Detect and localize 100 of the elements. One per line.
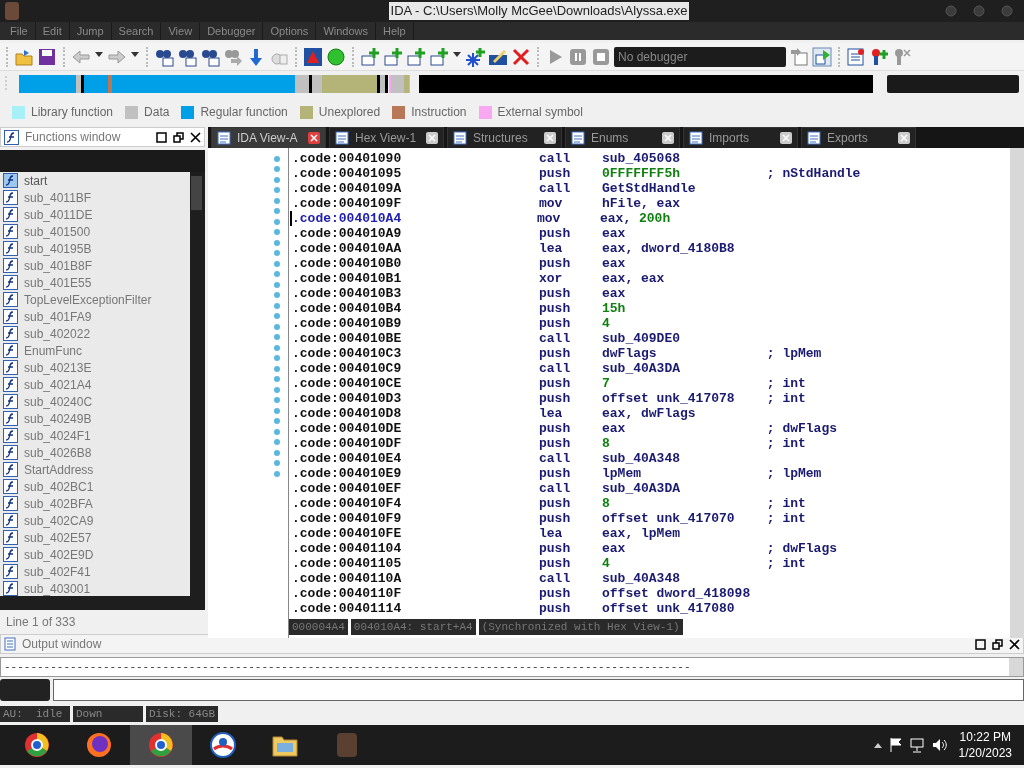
- function-list-item[interactable]: sub_402CA9: [3, 512, 190, 529]
- close-icon[interactable]: [662, 132, 674, 144]
- instruction-operand: eax, 200h: [600, 211, 672, 226]
- network-icon[interactable]: [908, 737, 925, 753]
- close-icon[interactable]: [426, 132, 438, 144]
- cross-icon[interactable]: [511, 46, 531, 67]
- menu-item[interactable]: Help: [376, 22, 414, 40]
- function-list-item[interactable]: sub_403001: [3, 580, 190, 596]
- close-icon[interactable]: [898, 132, 910, 144]
- list-icon[interactable]: [846, 46, 866, 67]
- function-list-item[interactable]: sub_401500: [3, 223, 190, 240]
- maximize-icon[interactable]: [975, 638, 986, 650]
- flag-icon[interactable]: [888, 737, 903, 753]
- menu-item[interactable]: View: [161, 22, 201, 40]
- function-list-item[interactable]: sub_402E9D: [3, 546, 190, 563]
- function-list-item[interactable]: sub_40249B: [3, 410, 190, 427]
- code-address: .code:004010B1: [292, 271, 403, 286]
- legend-label: External symbol: [497, 104, 583, 121]
- function-list-item[interactable]: sub_4021A4: [3, 376, 190, 393]
- close-icon[interactable]: [1009, 638, 1020, 650]
- function-list-item[interactable]: sub_40195B: [3, 240, 190, 257]
- menu-item[interactable]: Options: [263, 22, 317, 40]
- menu-item[interactable]: Debugger: [200, 22, 264, 40]
- pause-icon[interactable]: [568, 46, 588, 67]
- star-plus-icon[interactable]: [465, 46, 485, 67]
- function-list-item[interactable]: sub_402F41: [3, 563, 190, 580]
- menu-item[interactable]: Edit: [35, 22, 70, 40]
- circle-icon[interactable]: [326, 46, 346, 67]
- view-tab[interactable]: IDA View-A: [211, 127, 326, 148]
- function-list-item[interactable]: sub_402BC1: [3, 478, 190, 495]
- function-list-item[interactable]: sub_402BFA: [3, 495, 190, 512]
- function-list-item[interactable]: sub_4011DE: [3, 206, 190, 223]
- close-icon[interactable]: [544, 132, 556, 144]
- vertical-scrollbar[interactable]: [190, 172, 205, 596]
- command-input-field[interactable]: [53, 679, 1024, 701]
- window-dot-icon[interactable]: [973, 5, 985, 17]
- window-dot-icon[interactable]: [945, 5, 957, 17]
- function-list-item[interactable]: sub_4026B8: [3, 444, 190, 461]
- line-marker-icon: [274, 470, 280, 477]
- instruction-mnemonic: lea: [539, 526, 564, 541]
- instruction-mnemonic: push: [539, 586, 572, 601]
- view-tab[interactable]: Exports: [801, 127, 916, 148]
- navigation-band-drawing[interactable]: [19, 75, 873, 93]
- close-icon[interactable]: [190, 131, 201, 143]
- view-tab[interactable]: Imports: [683, 127, 798, 148]
- function-list-item[interactable]: sub_40213E: [3, 359, 190, 376]
- warning-icon[interactable]: [303, 46, 323, 67]
- function-list-item[interactable]: sub_4024F1: [3, 427, 190, 444]
- clock-time[interactable]: 10:22 PM: [958, 729, 1012, 745]
- window-dot-icon[interactable]: [1001, 5, 1013, 17]
- close-icon[interactable]: [780, 132, 792, 144]
- view-tab[interactable]: Hex View-1: [329, 127, 444, 148]
- function-list-item[interactable]: sub_4011BF: [3, 189, 190, 206]
- code-address: .code:0040110F: [292, 586, 403, 601]
- scrollbar-icon[interactable]: [1009, 658, 1023, 676]
- panel-title: Functions window: [25, 129, 122, 146]
- line-marker-icon: [274, 407, 280, 414]
- menu-item[interactable]: Windows: [316, 22, 376, 40]
- menu-item[interactable]: Jump: [69, 22, 112, 40]
- pin-plus-icon[interactable]: [869, 46, 889, 67]
- taskbar-button[interactable]: [130, 725, 192, 765]
- instruction-mnemonic: call: [539, 331, 572, 346]
- clock-date[interactable]: 1/20/2023: [958, 745, 1012, 761]
- menu-item[interactable]: Search: [111, 22, 162, 40]
- function-list-item[interactable]: sub_401E55: [3, 274, 190, 291]
- document-icon: [689, 131, 703, 145]
- menu-item[interactable]: File: [3, 22, 36, 40]
- view-tab[interactable]: Structures: [447, 127, 562, 148]
- speaker-icon[interactable]: [930, 737, 947, 753]
- debugger-dropdown[interactable]: No debugger: [614, 46, 786, 67]
- maximize-icon[interactable]: [156, 131, 167, 143]
- instruction-mnemonic: push: [539, 166, 572, 181]
- instruction-mnemonic: push: [539, 286, 572, 301]
- function-list-item[interactable]: sub_401B8F: [3, 257, 190, 274]
- function-list-item[interactable]: sub_40240C: [3, 393, 190, 410]
- legend-label: Unexplored: [318, 104, 381, 121]
- function-list-item[interactable]: TopLevelExceptionFilter: [3, 291, 190, 308]
- function-list-item[interactable]: sub_402E57: [3, 529, 190, 546]
- restore-icon[interactable]: [173, 131, 184, 143]
- code-address: .code:004010DF: [292, 436, 403, 451]
- function-list-item[interactable]: StartAddress: [3, 461, 190, 478]
- function-list-item[interactable]: sub_402022: [3, 325, 190, 342]
- code-comment: ; int: [766, 496, 806, 511]
- function-list-item[interactable]: start: [3, 172, 190, 189]
- horizontal-scrollbar[interactable]: [0, 596, 205, 610]
- function-icon: [3, 258, 18, 273]
- stop-icon[interactable]: [591, 46, 611, 67]
- function-list-item[interactable]: EnumFunc: [3, 342, 190, 359]
- view-tab[interactable]: Enums: [565, 127, 680, 148]
- line-marker-icon: [274, 418, 280, 424]
- instruction-operand: eax, dwFlags: [602, 406, 697, 421]
- restore-icon[interactable]: [992, 638, 1003, 650]
- save-icon[interactable]: [37, 46, 57, 67]
- legend-label: Library function: [31, 104, 114, 121]
- dropdown-field[interactable]: [887, 75, 1019, 93]
- line-marker-icon: [274, 271, 280, 277]
- instruction-mnemonic: call: [539, 181, 572, 196]
- function-list-item[interactable]: sub_401FA9: [3, 308, 190, 325]
- close-icon[interactable]: [308, 132, 320, 144]
- vertical-scrollbar[interactable]: [1010, 148, 1024, 638]
